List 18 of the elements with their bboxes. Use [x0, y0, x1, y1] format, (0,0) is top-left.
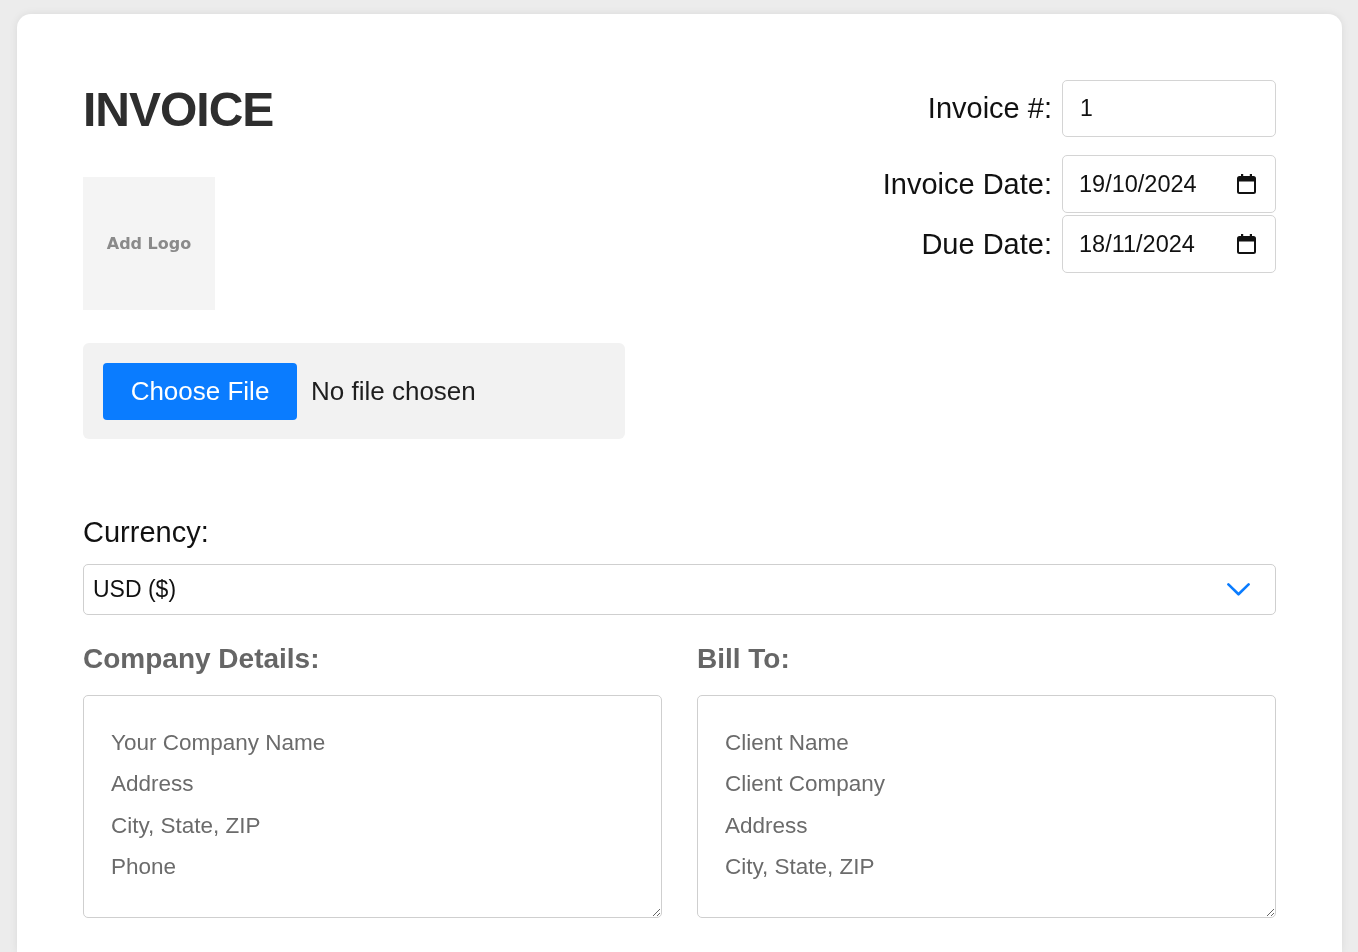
address-textarea[interactable]: Client Name Client Company Address City, State, ZIP: [697, 694, 1276, 918]
section-heading: Bill To:: [697, 642, 790, 675]
field-label: Invoice Date:: [882, 167, 1052, 201]
currency-label: Currency:: [83, 516, 209, 550]
calendar-icon[interactable]: [1237, 234, 1256, 254]
address-textarea[interactable]: Your Company Name Address City, State, ZIP Phone: [83, 694, 662, 918]
invoice-title: INVOICE: [83, 82, 274, 138]
field-label: Invoice #:: [927, 92, 1052, 125]
field-label: Due Date:: [921, 227, 1052, 261]
currency-select[interactable]: USD ($): [83, 563, 1276, 615]
choose-file-button[interactable]: Choose File: [103, 363, 297, 421]
file-status-text: No file chosen: [311, 375, 476, 409]
invoice-number-field[interactable]: 1: [1062, 80, 1276, 137]
date-field[interactable]: 18/11/2024: [1062, 215, 1276, 273]
chevron-down-icon[interactable]: [1227, 582, 1250, 596]
calendar-icon[interactable]: [1237, 174, 1256, 194]
date-field[interactable]: 19/10/2024: [1062, 155, 1276, 213]
section-heading: Company Details:: [83, 642, 320, 675]
